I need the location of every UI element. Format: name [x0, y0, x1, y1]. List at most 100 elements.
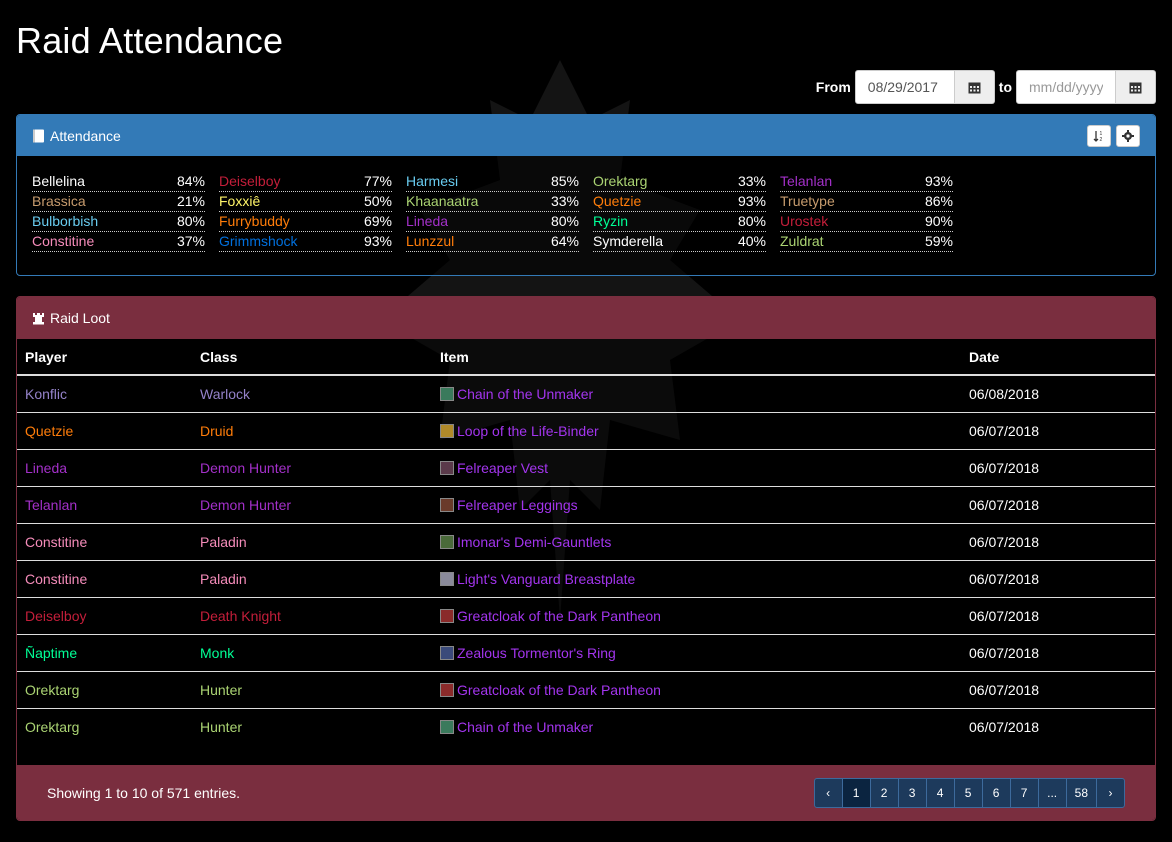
player-name[interactable]: Khaanaatra	[406, 192, 478, 211]
player-name[interactable]: Deiselboy	[219, 172, 280, 191]
date-cell: 06/07/2018	[961, 597, 1155, 634]
player-cell[interactable]: Orektarg	[17, 708, 192, 745]
player-name[interactable]: Orektarg	[593, 172, 647, 191]
gear-icon	[1122, 130, 1134, 142]
player-name[interactable]: Lunzzul	[406, 232, 454, 251]
class-cell: Monk	[192, 634, 432, 671]
player-name[interactable]: Truetype	[780, 192, 835, 211]
item-link[interactable]: Light's Vanguard Breastplate	[457, 571, 635, 587]
player-name[interactable]: Harmesi	[406, 172, 458, 191]
book-icon	[32, 129, 45, 143]
page-button[interactable]: 58	[1066, 778, 1097, 808]
attendance-percent: 40%	[738, 232, 766, 251]
attendance-entry: Grimmshock93%	[219, 232, 392, 252]
player-cell[interactable]: Constitine	[17, 523, 192, 560]
page-button[interactable]: 2	[870, 778, 899, 808]
class-cell: Warlock	[192, 375, 432, 412]
attendance-entry: Symderella 40%	[593, 232, 766, 252]
item-link[interactable]: Chain of the Unmaker	[457, 386, 593, 402]
player-name[interactable]: Grimmshock	[219, 232, 298, 251]
attendance-percent: 69%	[364, 212, 392, 231]
player-name[interactable]: Symderella	[593, 232, 663, 251]
column-header-date[interactable]: Date	[961, 339, 1155, 375]
item-link[interactable]: Imonar's Demi-Gauntlets	[457, 534, 611, 550]
class-cell: Hunter	[192, 708, 432, 745]
table-row: ConstitinePaladinLight's Vanguard Breast…	[17, 560, 1155, 597]
item-icon	[440, 424, 454, 438]
to-calendar-button[interactable]	[1116, 70, 1156, 104]
item-icon	[440, 683, 454, 697]
attendance-percent: 80%	[177, 212, 205, 231]
from-label: From	[816, 79, 851, 95]
item-link[interactable]: Greatcloak of the Dark Pantheon	[457, 682, 661, 698]
item-link[interactable]: Zealous Tormentor's Ring	[457, 645, 616, 661]
to-date-input[interactable]	[1016, 70, 1116, 104]
item-cell: Chain of the Unmaker	[432, 708, 961, 745]
attendance-percent: 86%	[925, 192, 953, 211]
player-name[interactable]: Bellelina	[32, 172, 85, 191]
player-name[interactable]: Zuldrat	[780, 232, 824, 251]
class-cell: Demon Hunter	[192, 486, 432, 523]
from-date-input[interactable]	[855, 70, 955, 104]
column-header-class[interactable]: Class	[192, 339, 432, 375]
column-header-player[interactable]: Player	[17, 339, 192, 375]
page-ellipsis: ...	[1038, 778, 1067, 808]
player-name[interactable]: Constitine	[32, 232, 94, 251]
settings-button[interactable]	[1116, 125, 1140, 147]
player-cell[interactable]: Konflic	[17, 375, 192, 412]
item-link[interactable]: Loop of the Life-Binder	[457, 423, 599, 439]
item-link[interactable]: Felreaper Leggings	[457, 497, 578, 513]
attendance-entry: Brassica 21%	[32, 192, 205, 212]
attendance-percent: 59%	[925, 232, 953, 251]
item-link[interactable]: Greatcloak of the Dark Pantheon	[457, 608, 661, 624]
item-link[interactable]: Chain of the Unmaker	[457, 719, 593, 735]
date-cell: 06/07/2018	[961, 708, 1155, 745]
to-label: to	[999, 79, 1012, 95]
page-button[interactable]: 1	[842, 778, 871, 808]
page-button[interactable]: 7	[1010, 778, 1039, 808]
player-name[interactable]: Furrybuddy	[219, 212, 290, 231]
previous-page-button[interactable]: ‹	[814, 778, 843, 808]
page-button[interactable]: 4	[926, 778, 955, 808]
rook-icon	[32, 312, 45, 325]
player-cell[interactable]: Constitine	[17, 560, 192, 597]
table-row: LinedaDemon Hunter Felreaper Vest 06/07/20…	[17, 449, 1155, 486]
attendance-entry: Deiselboy77%	[219, 172, 392, 192]
from-calendar-button[interactable]	[955, 70, 995, 104]
svg-text:2: 2	[1100, 137, 1103, 142]
date-cell: 06/07/2018	[961, 634, 1155, 671]
attendance-percent: 80%	[738, 212, 766, 231]
class-cell: Demon Hunter	[192, 449, 432, 486]
item-cell: Zealous Tormentor's Ring	[432, 634, 961, 671]
player-name[interactable]: Bulborbish	[32, 212, 98, 231]
player-name[interactable]: Brassica	[32, 192, 86, 211]
player-name[interactable]: Quetzie	[593, 192, 641, 211]
item-cell: Chain of the Unmaker	[432, 375, 961, 412]
page-button[interactable]: 3	[898, 778, 927, 808]
player-name[interactable]: Foxxiê	[219, 192, 260, 211]
player-cell[interactable]: Lineda	[17, 449, 192, 486]
player-name[interactable]: Lineda	[406, 212, 448, 231]
player-cell[interactable]: Ñaptime	[17, 634, 192, 671]
page-button[interactable]: 6	[982, 778, 1011, 808]
attendance-entry: Lineda80%	[406, 212, 579, 232]
attendance-percent: 33%	[551, 192, 579, 211]
item-link[interactable]: Felreaper Vest	[457, 460, 548, 476]
sort-button[interactable]: 1 2	[1087, 125, 1111, 147]
player-cell[interactable]: Telanlan	[17, 486, 192, 523]
page-button[interactable]: 5	[954, 778, 983, 808]
player-name[interactable]: Urostek	[780, 212, 828, 231]
page-title: Raid Attendance	[16, 20, 283, 62]
attendance-entry: Quetzie93%	[593, 192, 766, 212]
loot-table: Player Class Item Date KonflicWarlock Cha…	[17, 339, 1155, 745]
player-cell[interactable]: Quetzie	[17, 412, 192, 449]
item-cell: Loop of the Life-Binder	[432, 412, 961, 449]
column-header-item[interactable]: Item	[432, 339, 961, 375]
player-name[interactable]: Telanlan	[780, 172, 832, 191]
player-name[interactable]: Ryzin	[593, 212, 628, 231]
player-cell[interactable]: Deiselboy	[17, 597, 192, 634]
player-cell[interactable]: Orektarg	[17, 671, 192, 708]
attendance-percent: 21%	[177, 192, 205, 211]
date-cell: 06/07/2018	[961, 449, 1155, 486]
next-page-button[interactable]: ›	[1096, 778, 1125, 808]
